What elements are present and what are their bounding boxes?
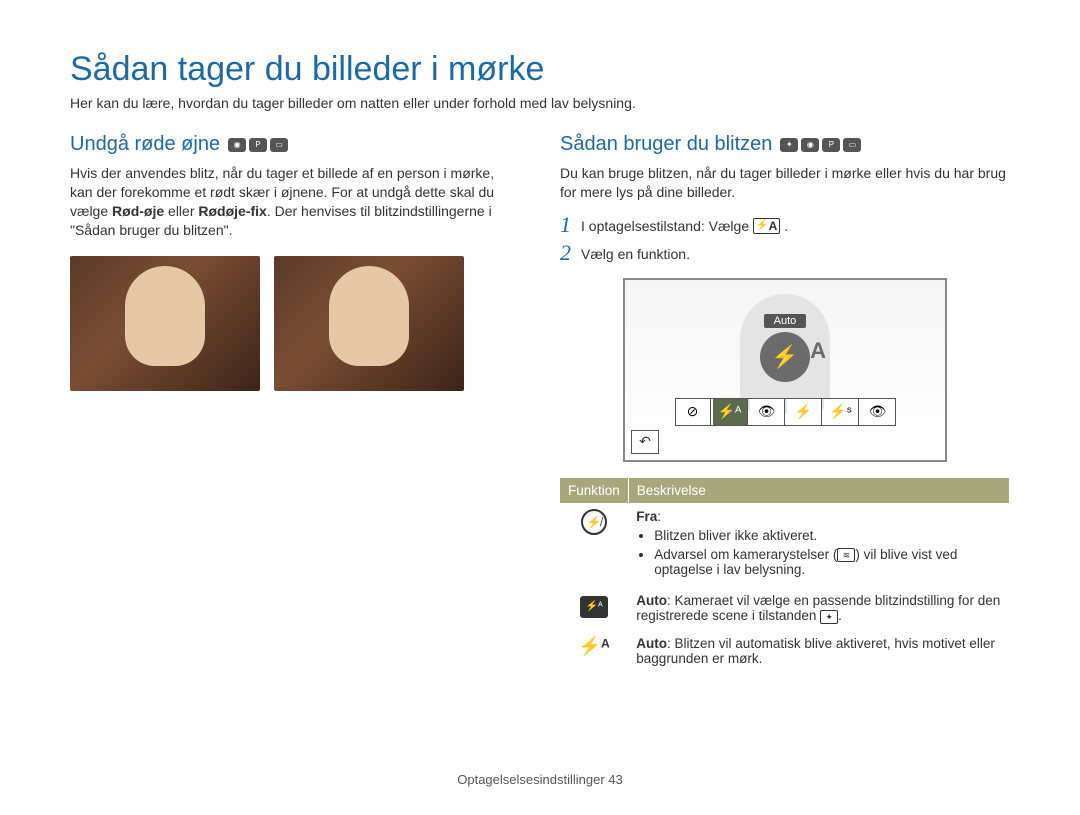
camera-icon: ◉ [801, 138, 819, 152]
back-button[interactable]: ↶ [631, 430, 659, 454]
flash-option-row: ⊘ ⚡ᴬ 👁 ⚡ ⚡ˢ 👁 [675, 398, 896, 426]
step-1: 1 I optagelsestilstand: Vælge A . [560, 214, 1010, 236]
scene-icon: ▭ [270, 138, 288, 152]
flash-on-icon[interactable]: ⚡ [787, 399, 822, 425]
step-2-text: Vælg en funktion. [581, 242, 690, 262]
step-number-1: 1 [560, 214, 571, 236]
flash-body: Du kan bruge blitzen, når du tager bille… [560, 164, 1010, 202]
lcd-preview: Auto ⚡A ⊘ ⚡ᴬ 👁 ⚡ ⚡ˢ 👁 ↶ [623, 278, 947, 462]
flash-auto-scene-icon: ⚡ᴬ [580, 596, 608, 618]
red-eye-body: Hvis der anvendes blitz, når du tager et… [70, 164, 520, 240]
bold-red-eye: Rød-øje [112, 203, 164, 219]
smart-icon: ✦ [780, 138, 798, 152]
flash-big-icon: ⚡A [760, 332, 810, 382]
smart-mode-icon: ✦ [820, 610, 838, 624]
heading-flash: Sådan bruger du blitzen ✦ ◉ P ▭ [560, 133, 1010, 156]
row-off-title: Fra [636, 509, 657, 524]
lcd-auto-label: Auto [764, 314, 807, 328]
table-row: ⚡ᴬ Auto: Blitzen vil automatisk blive ak… [560, 630, 1010, 672]
flash-redeye-icon[interactable]: 👁 [750, 399, 785, 425]
photo-red-eye-before [70, 256, 260, 391]
mode-icons-right: ✦ ◉ P ▭ [780, 138, 861, 152]
step-2: 2 Vælg en funktion. [560, 242, 1010, 264]
table-row: ⚡̸ Fra: Blitzen bliver ikke aktiveret. A… [560, 503, 1010, 587]
bold-red-eye-fix: Rødøje-fix [198, 203, 266, 219]
flash-off-icon[interactable]: ⊘ [676, 399, 711, 425]
mode-icons-left: ◉ P ▭ [228, 138, 288, 152]
program-icon: P [249, 138, 267, 152]
step-1-suffix: . [784, 218, 788, 234]
photo-red-eye-after [274, 256, 464, 391]
shake-icon: ≋ [837, 548, 855, 562]
flash-table: Funktion Beskrivelse ⚡̸ Fra: Blitzen bli… [560, 478, 1010, 672]
intro-text: Her kan du lære, hvordan du tager billed… [70, 95, 1010, 111]
func-auto-a-cell: ⚡ᴬ [560, 630, 628, 672]
func-auto-scene-cell: ⚡ᴬ [560, 587, 628, 629]
row-off-bullet-1: Blitzen bliver ikke aktiveret. [654, 528, 1001, 543]
desc-auto-scene-cell: Auto: Kameraet vil vælge en passende bli… [628, 587, 1009, 629]
row-off-bullet-2: Advarsel om kamerarystelser (≋) vil bliv… [654, 547, 1001, 577]
table-row: ⚡ᴬ Auto: Kameraet vil vælge en passende … [560, 587, 1010, 629]
steps-list: 1 I optagelsestilstand: Vælge A . 2 Vælg… [560, 214, 1010, 264]
body-mid: eller [164, 203, 198, 219]
heading-flash-label: Sådan bruger du blitzen [560, 133, 772, 156]
th-function: Funktion [560, 478, 628, 503]
row-auto-scene-text: : Kameraet vil vælge en passende blitzin… [636, 593, 1000, 623]
row-auto-scene-suffix: . [838, 608, 842, 623]
row-auto-a-bold: Auto [636, 636, 667, 651]
desc-auto-a-cell: Auto: Blitzen vil automatisk blive aktiv… [628, 630, 1009, 672]
flash-slow-icon[interactable]: ⚡ˢ [824, 399, 859, 425]
scene-icon: ▭ [843, 138, 861, 152]
step-number-2: 2 [560, 242, 571, 264]
flash-auto-a-icon[interactable]: ⚡ᴬ [713, 399, 748, 425]
flash-redeye-fix-icon[interactable]: 👁 [861, 399, 895, 425]
desc-off-cell: Fra: Blitzen bliver ikke aktiveret. Adva… [628, 503, 1009, 587]
example-photos [70, 256, 520, 391]
footer-page-number: 43 [608, 772, 622, 787]
page-title: Sådan tager du billeder i mørke [70, 50, 1010, 89]
heading-red-eye-label: Undgå røde øjne [70, 133, 220, 156]
flash-auto-a-icon: ⚡ᴬ [579, 636, 610, 656]
footer-label: Optagelselsesindstillinger [457, 772, 604, 787]
page-footer: Optagelselsesindstillinger 43 [0, 772, 1080, 787]
flash-off-icon: ⚡̸ [581, 509, 607, 535]
camera-icon: ◉ [228, 138, 246, 152]
program-icon: P [822, 138, 840, 152]
right-column: Sådan bruger du blitzen ✦ ◉ P ▭ Du kan b… [560, 133, 1010, 672]
flash-auto-icon: A [753, 218, 780, 234]
row-auto-scene-bold: Auto [636, 593, 667, 608]
left-column: Undgå røde øjne ◉ P ▭ Hvis der anvendes … [70, 133, 520, 672]
func-off-cell: ⚡̸ [560, 503, 628, 587]
heading-red-eye: Undgå røde øjne ◉ P ▭ [70, 133, 520, 156]
row-auto-a-text: : Blitzen vil automatisk blive aktiveret… [636, 636, 995, 666]
th-description: Beskrivelse [628, 478, 1009, 503]
step-1-text: I optagelsestilstand: Vælge [581, 218, 749, 234]
